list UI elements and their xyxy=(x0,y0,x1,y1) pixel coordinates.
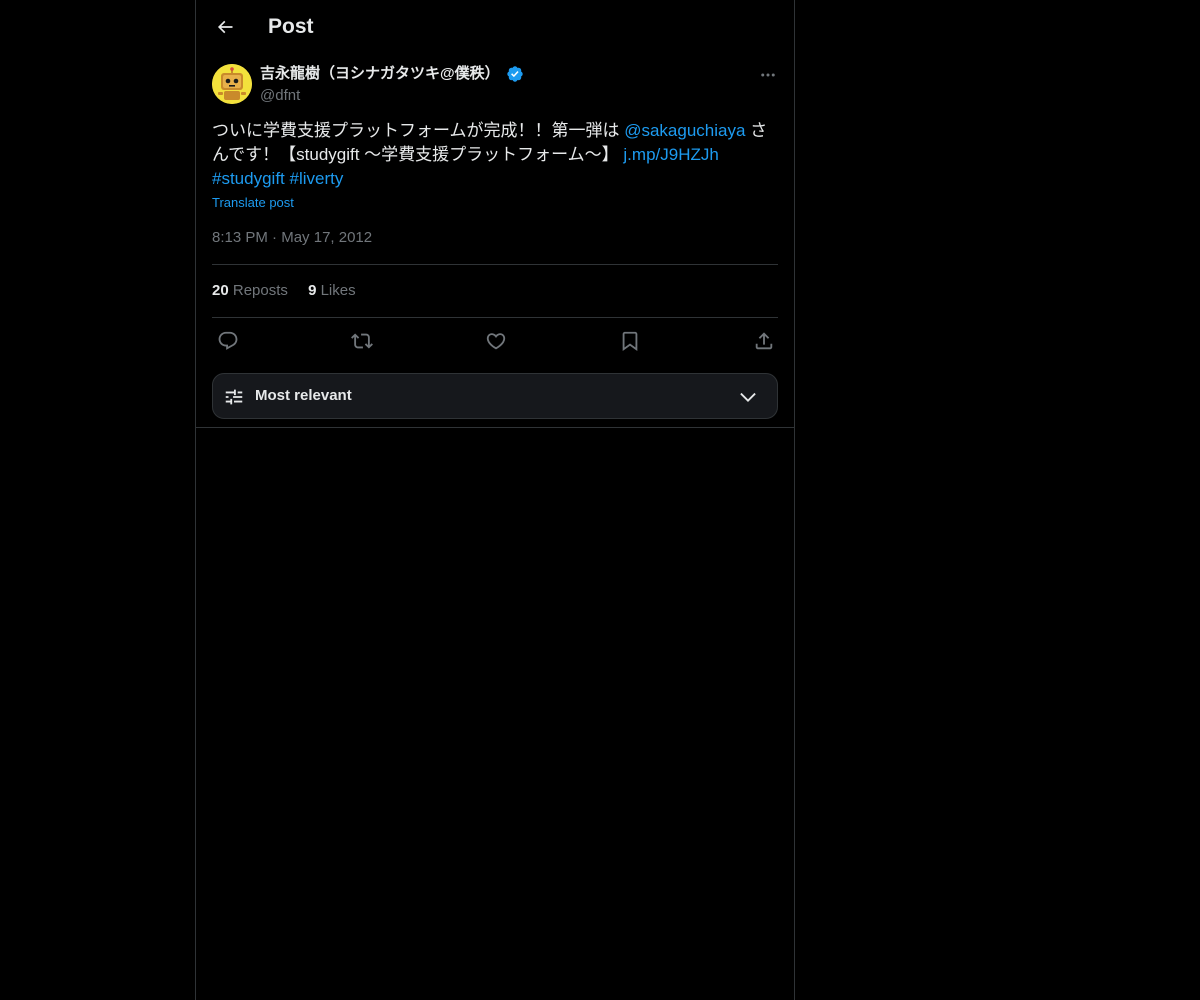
reply-sort-dropdown[interactable]: Most relevant xyxy=(212,373,778,419)
more-horizontal-icon xyxy=(761,73,775,77)
reposts-label: Reposts xyxy=(232,282,288,299)
likes-count: 9 xyxy=(308,282,317,299)
robot-avatar-icon xyxy=(212,64,252,104)
post-text-part: ついに学費支援プラットフォームが完成！！第一弾は xyxy=(212,121,625,140)
reposts-stat[interactable]: 20 Reposts xyxy=(212,282,288,299)
sliders-icon xyxy=(225,389,243,405)
sort-label: Most relevant xyxy=(255,387,352,404)
translate-post-link[interactable]: Translate post xyxy=(212,194,294,212)
share-button[interactable] xyxy=(751,328,777,354)
arrow-left-icon xyxy=(217,20,233,34)
post-header: Post xyxy=(196,0,794,54)
reply-button[interactable] xyxy=(215,328,241,354)
mention-link[interactable]: @sakaguchiaya xyxy=(624,121,745,140)
post-stats: 20 Reposts 9 Likes xyxy=(212,281,372,301)
like-icon xyxy=(486,333,506,350)
verified-badge-icon xyxy=(506,66,523,82)
author-name[interactable]: 吉永龍樹（ヨシナガタツキ@僕秩） xyxy=(260,64,524,84)
avatar[interactable] xyxy=(212,64,252,104)
reply-icon xyxy=(218,331,238,350)
likes-label: Likes xyxy=(320,282,356,299)
url-link[interactable]: j.mp/J9HZJh xyxy=(623,145,718,164)
author-name-text: 吉永龍樹（ヨシナガタツキ@僕秩） xyxy=(260,65,500,82)
post-timestamp: 8:13 PM · May 17, 2012 xyxy=(212,228,372,248)
divider xyxy=(212,264,778,265)
post-text: ついに学費支援プラットフォームが完成！！第一弾は @sakaguchiaya さ… xyxy=(212,119,778,191)
likes-stat[interactable]: 9 Likes xyxy=(308,282,356,299)
hashtag-link[interactable]: #studygift xyxy=(212,169,285,188)
author-handle[interactable]: @dfnt xyxy=(260,86,300,106)
hashtag-link[interactable]: #liverty xyxy=(290,169,344,188)
bookmark-icon xyxy=(622,331,638,352)
bookmark-button[interactable] xyxy=(617,328,643,354)
primary-column: Post 吉永龍樹（ヨシナガタツキ@僕秩） @dfnt ついに学費支援プラットフ… xyxy=(195,0,795,1000)
reposts-count: 20 xyxy=(212,282,229,299)
repost-icon xyxy=(351,333,373,349)
repost-button[interactable] xyxy=(349,328,375,354)
section-divider xyxy=(196,427,794,428)
post-time[interactable]: 8:13 PM xyxy=(212,229,268,246)
share-icon xyxy=(755,332,773,350)
like-button[interactable] xyxy=(483,328,509,354)
timestamp-separator: · xyxy=(272,229,278,246)
page-title: Post xyxy=(268,15,314,38)
chevron-down-icon xyxy=(740,392,756,402)
back-button[interactable] xyxy=(208,10,242,44)
post-date[interactable]: May 17, 2012 xyxy=(281,229,372,246)
more-options-button[interactable] xyxy=(756,64,780,86)
divider xyxy=(212,317,778,318)
